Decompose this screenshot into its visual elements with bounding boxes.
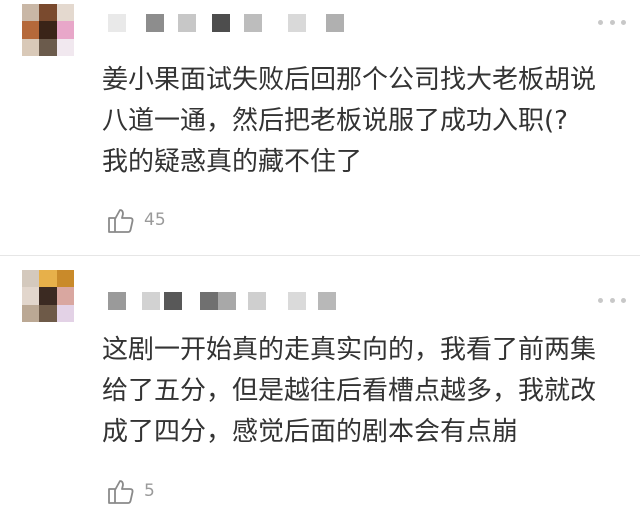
username[interactable] [108,14,344,32]
like-count: 5 [144,481,155,501]
comment-text: 这剧一开始真的走真实向的，我看了前两集 给了五分，但是越往后看槽点越多，我就改 … [102,335,597,447]
more-dots-icon [598,297,603,303]
more-options-button[interactable] [598,294,626,306]
thumbs-up-icon [108,480,134,504]
comment-item: 这剧一开始真的走真实向的，我看了前两集 给了五分，但是越往后看槽点越多，我就改 … [0,256,640,518]
like-button[interactable]: 45 [106,205,166,235]
more-dots-icon [598,19,603,25]
like-button[interactable]: 5 [106,476,155,506]
like-count: 45 [144,210,166,230]
avatar[interactable] [22,4,74,56]
comment-text: 姜小果面试失败后回那个公司找大老板胡说 八道一通，然后把老板说服了成功入职(? … [102,65,597,177]
thumbs-up-icon [108,209,134,233]
username[interactable] [108,292,336,310]
more-options-button[interactable] [598,16,626,28]
avatar[interactable] [22,270,74,322]
comment-item: 姜小果面试失败后回那个公司找大老板胡说 八道一通，然后把老板说服了成功入职(? … [0,0,640,256]
